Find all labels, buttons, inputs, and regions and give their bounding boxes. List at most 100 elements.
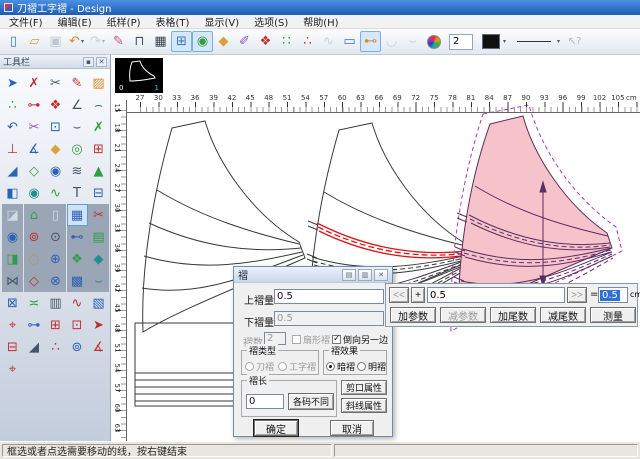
erase-button[interactable]: ✎ bbox=[108, 31, 129, 52]
tool-icon[interactable]: ✎ bbox=[67, 72, 88, 94]
tool-icon[interactable]: ⊡ bbox=[67, 314, 88, 336]
tool-icon[interactable]: ⊕ bbox=[45, 248, 66, 270]
tool-icon[interactable]: ▯ bbox=[45, 204, 66, 226]
tool-icon[interactable]: ⊥ bbox=[2, 138, 23, 160]
point-distance-button[interactable]: ⊷ bbox=[360, 31, 381, 52]
calc-button-3[interactable]: 加尾数 bbox=[490, 307, 536, 323]
calc-button-1[interactable]: 加参数 bbox=[390, 307, 436, 323]
plotter-button[interactable]: ▭ bbox=[339, 31, 360, 52]
pen-width-input[interactable] bbox=[449, 34, 473, 50]
ok-button[interactable]: 确定 bbox=[254, 420, 298, 436]
menu-item[interactable]: 显示(V) bbox=[204, 14, 239, 29]
open-file-button[interactable]: ▱ bbox=[24, 31, 45, 52]
tool-icon[interactable]: ▲ bbox=[88, 160, 109, 182]
color-wheel-button[interactable] bbox=[423, 31, 444, 52]
seam-arc-double-button[interactable]: ⌣ bbox=[402, 31, 423, 52]
result-box[interactable]: 0.5 bbox=[598, 287, 628, 303]
tool-icon[interactable]: ⌖ bbox=[2, 314, 23, 336]
tool-icon[interactable]: ❖ bbox=[45, 94, 66, 116]
tool-icon[interactable]: ✂ bbox=[24, 116, 45, 138]
menu-item[interactable]: 选项(S) bbox=[254, 14, 288, 29]
visible-pleat-radio[interactable]: 明褶 bbox=[357, 360, 386, 373]
tool-icon[interactable]: ∠ bbox=[67, 94, 88, 116]
calc-button-4[interactable]: 减尾数 bbox=[540, 307, 586, 323]
palette-pin-button[interactable]: ▪ bbox=[83, 57, 94, 67]
per-size-button[interactable]: 各码不同 bbox=[288, 393, 334, 410]
tool-icon[interactable]: ◉ bbox=[45, 160, 66, 182]
undo-button[interactable]: ↶▾ bbox=[66, 31, 87, 52]
tool-icon[interactable]: ◉ bbox=[24, 182, 45, 204]
tool-icon[interactable]: ⌖ bbox=[2, 358, 23, 380]
tool-icon[interactable]: ◇ bbox=[24, 270, 45, 292]
line-style-picker[interactable]: ▾ bbox=[514, 38, 560, 45]
hidden-pleat-radio[interactable]: 暗褶 bbox=[326, 360, 355, 373]
knife-pleat-radio[interactable]: 刀褶 bbox=[245, 360, 274, 373]
palette-close-button[interactable]: ✕ bbox=[96, 57, 107, 67]
tool-icon[interactable]: ⊙ bbox=[45, 226, 66, 248]
menu-item[interactable]: 编辑(E) bbox=[58, 14, 92, 29]
brush-button[interactable]: ✐ bbox=[234, 31, 255, 52]
tool-icon[interactable]: T bbox=[67, 182, 88, 204]
calc-button-2[interactable]: 减参数 bbox=[440, 307, 486, 323]
pleat-length-input[interactable] bbox=[246, 394, 284, 409]
tool-icon[interactable]: ≋ bbox=[67, 160, 88, 182]
tool-icon[interactable]: ◌ bbox=[24, 248, 45, 270]
dialog-keypad-button[interactable]: ▤ bbox=[342, 269, 356, 281]
tool-icon[interactable]: ◪ bbox=[2, 204, 23, 226]
context-help-button[interactable]: ↖? bbox=[564, 31, 585, 52]
tool-icon[interactable]: ⊷ bbox=[67, 226, 88, 248]
tool-icon[interactable]: ◢ bbox=[2, 160, 23, 182]
tool-icon[interactable]: ▤ bbox=[88, 226, 109, 248]
tool-icon[interactable]: ↶ bbox=[2, 116, 23, 138]
tool-icon[interactable]: ∿ bbox=[67, 292, 88, 314]
expression-input[interactable] bbox=[427, 287, 565, 303]
tool-icon[interactable]: ⊟ bbox=[88, 182, 109, 204]
save-file-button[interactable]: ▣ bbox=[45, 31, 66, 52]
tool-icon[interactable]: ⌢ bbox=[88, 94, 109, 116]
tool-icon[interactable]: ▥ bbox=[45, 292, 66, 314]
cancel-button[interactable]: 取消 bbox=[330, 420, 374, 436]
link-lines-button[interactable]: ❖ bbox=[255, 31, 276, 52]
tool-icon[interactable]: ✂ bbox=[45, 72, 66, 94]
pattern-window-button[interactable]: ⊞ bbox=[171, 31, 192, 52]
tool-icon[interactable]: ✗ bbox=[24, 72, 45, 94]
prev-button[interactable]: << bbox=[389, 287, 409, 303]
redo-button[interactable]: ↷▾ bbox=[87, 31, 108, 52]
lower-pleat-input[interactable] bbox=[274, 311, 384, 326]
tool-icon[interactable]: ◇ bbox=[24, 160, 45, 182]
next-button[interactable]: >> bbox=[567, 287, 587, 303]
calc-button-5[interactable]: 测量 bbox=[590, 307, 636, 323]
curve-adjust-button[interactable]: ∿ bbox=[318, 31, 339, 52]
tool-icon[interactable]: ◆ bbox=[88, 248, 109, 270]
press-table-button[interactable]: ⊓ bbox=[129, 31, 150, 52]
tool-icon[interactable]: ⊚ bbox=[67, 336, 88, 358]
grade-points-button[interactable]: ∴ bbox=[297, 31, 318, 52]
notch-properties-button[interactable]: 剪口属性 bbox=[341, 380, 387, 395]
plaid-check-button[interactable]: ▦ bbox=[150, 31, 171, 52]
tool-icon[interactable]: ⌣ bbox=[67, 116, 88, 138]
tool-icon[interactable]: ▩ bbox=[67, 270, 88, 292]
tool-icon[interactable]: ∴ bbox=[2, 94, 23, 116]
tool-icon[interactable]: ⊡ bbox=[45, 116, 66, 138]
tool-icon[interactable]: ∿ bbox=[45, 182, 66, 204]
tool-icon[interactable]: ∴ bbox=[45, 336, 66, 358]
tool-icon[interactable]: ▧ bbox=[88, 292, 109, 314]
upper-pleat-input[interactable] bbox=[274, 289, 384, 304]
menu-item[interactable]: 表格(T) bbox=[156, 14, 190, 29]
dialog-calculator-button[interactable]: ▥ bbox=[358, 269, 372, 281]
menu-item[interactable]: 帮助(H) bbox=[303, 14, 338, 29]
tool-icon[interactable]: ⊠ bbox=[2, 292, 23, 314]
fan-pleat-checkbox[interactable]: 扇形褶 bbox=[292, 333, 330, 346]
fill-piece-button[interactable]: ◆ bbox=[213, 31, 234, 52]
plus-button[interactable]: + bbox=[411, 287, 425, 303]
tool-icon[interactable]: ⊟ bbox=[2, 336, 23, 358]
tool-icon[interactable]: ✗ bbox=[88, 116, 109, 138]
menu-item[interactable]: 纸样(P) bbox=[107, 14, 141, 29]
grade-dots-button[interactable]: ∷ bbox=[276, 31, 297, 52]
tool-icon[interactable]: ✂ bbox=[88, 204, 109, 226]
tool-icon[interactable]: ◉ bbox=[2, 226, 23, 248]
tool-icon[interactable]: ◆ bbox=[45, 138, 66, 160]
tool-icon[interactable]: ⊞ bbox=[88, 138, 109, 160]
piece-window-button[interactable]: ◉ bbox=[192, 31, 213, 52]
tool-icon[interactable]: ⊶ bbox=[24, 314, 45, 336]
